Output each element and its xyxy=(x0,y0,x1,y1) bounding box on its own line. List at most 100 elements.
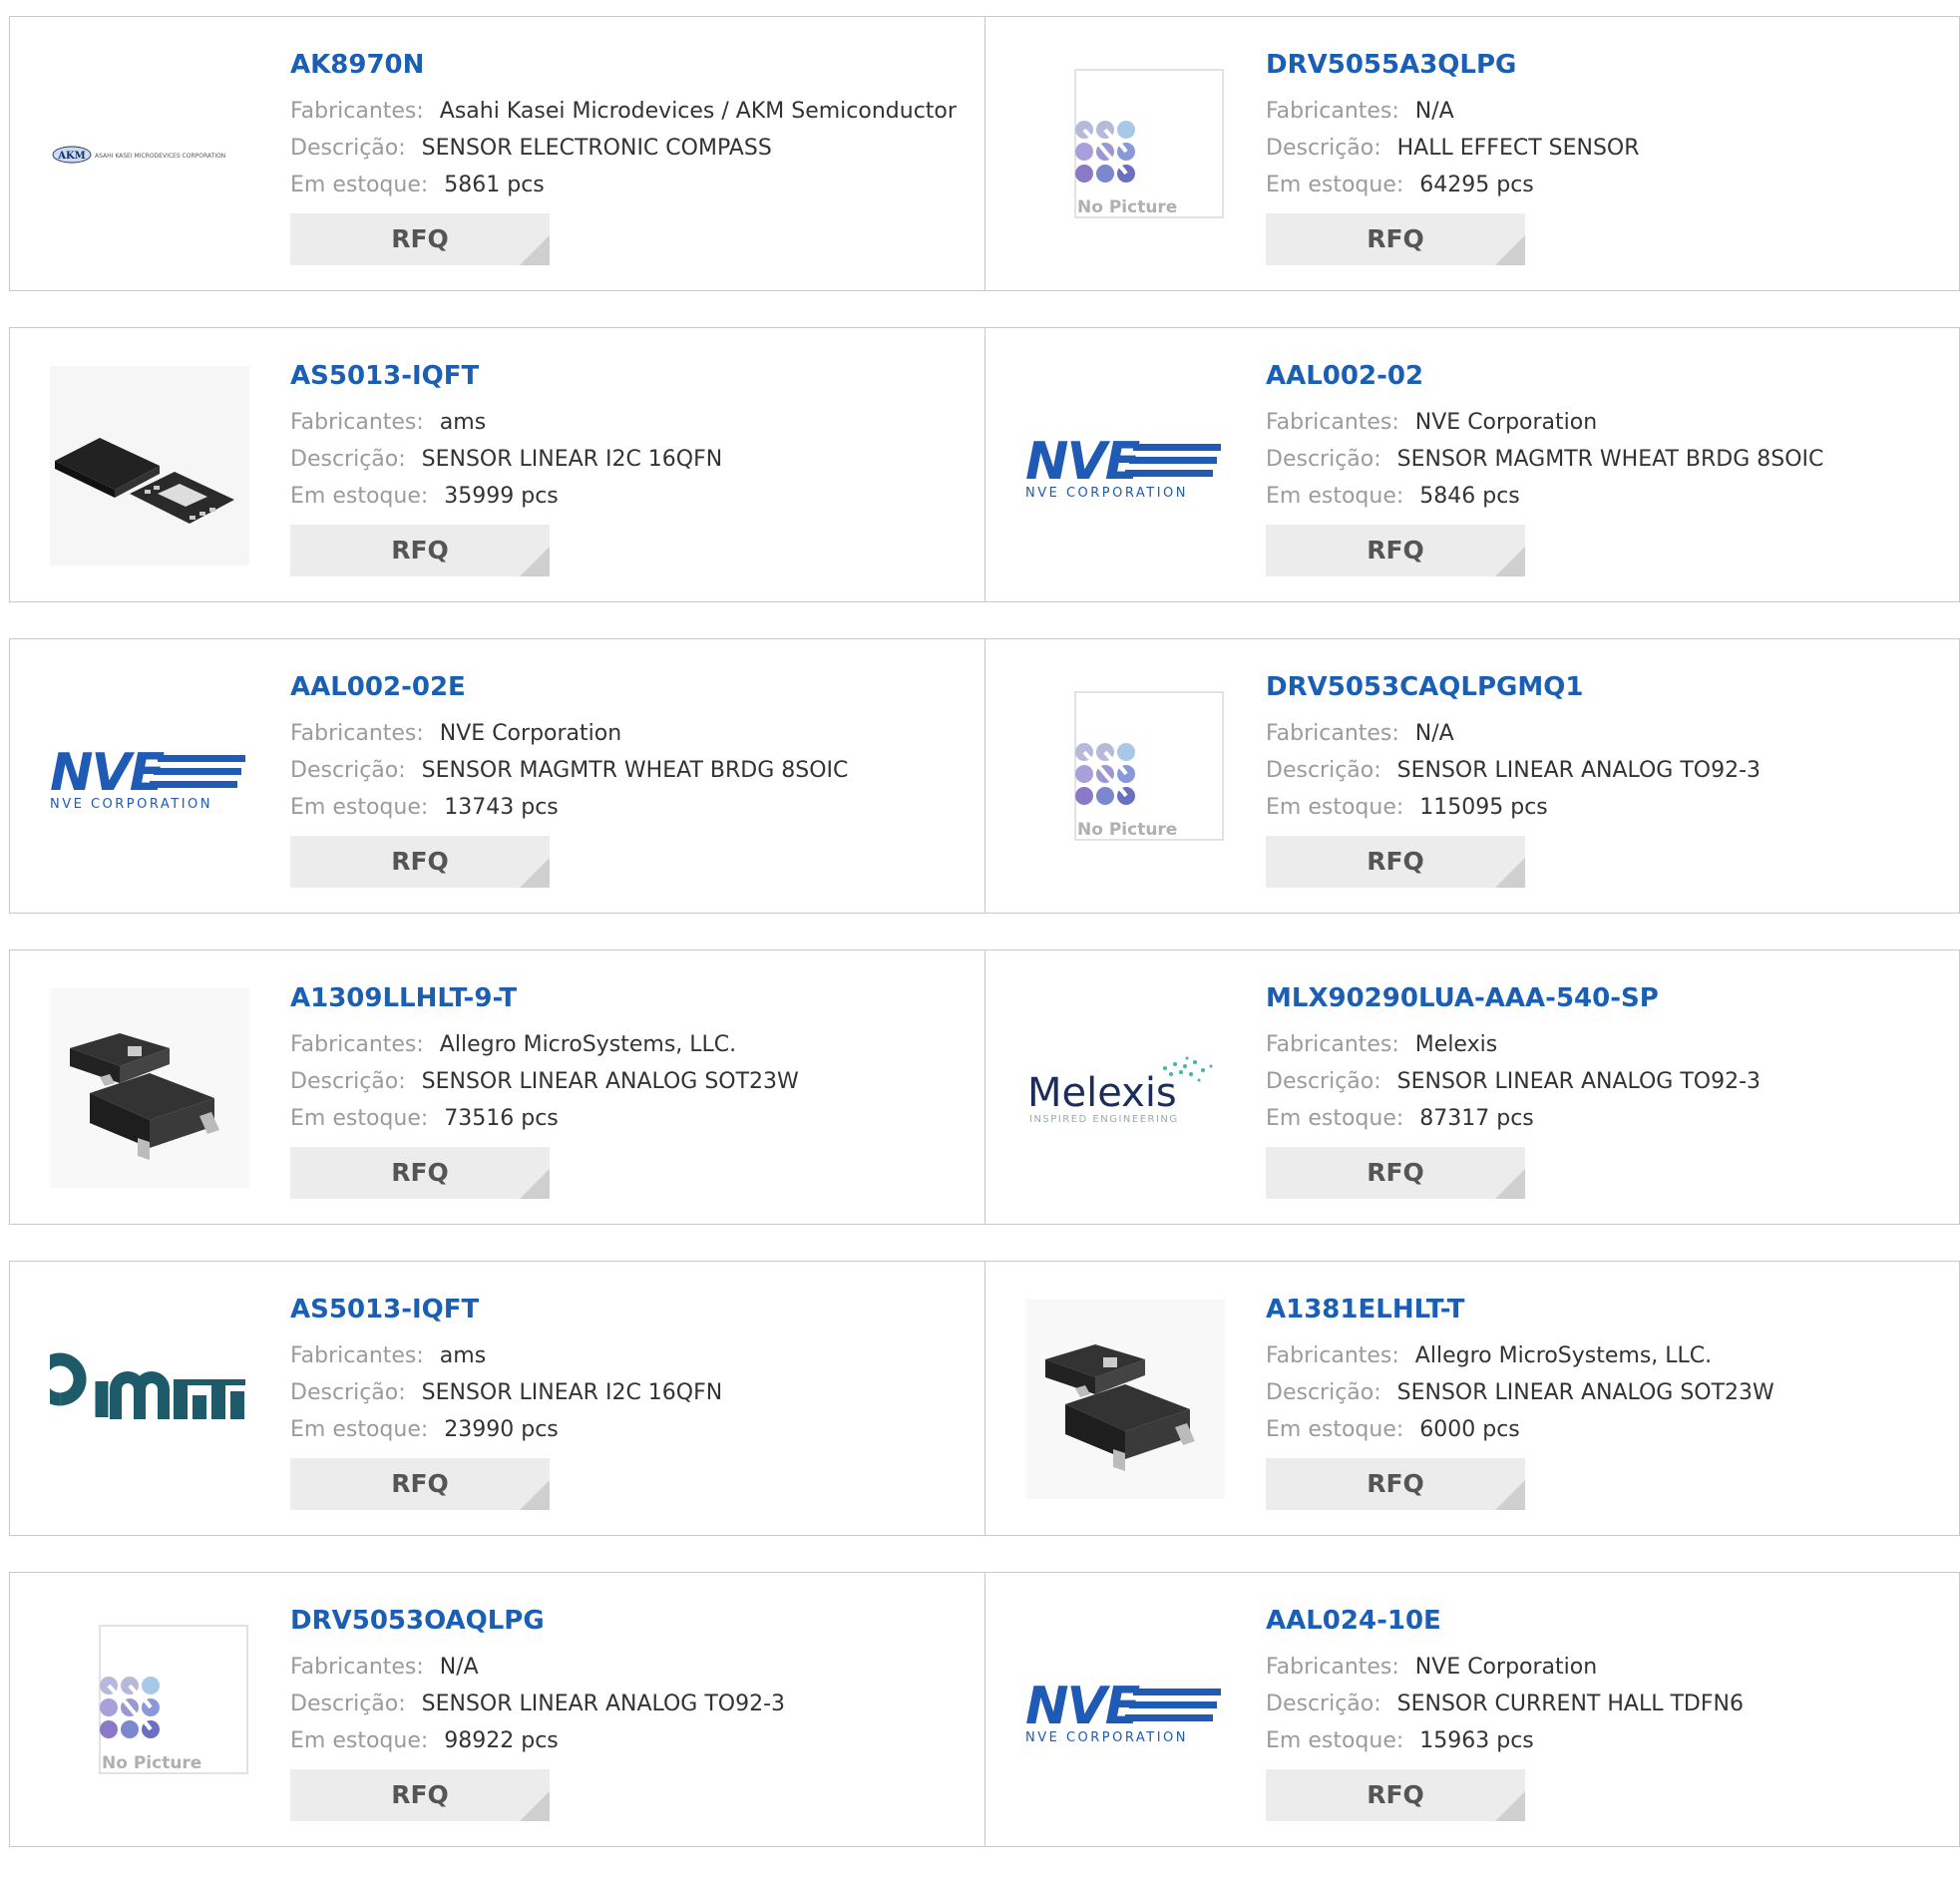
description-value: SENSOR CURRENT HALL TDFN6 xyxy=(1396,1692,1744,1716)
part-number-link[interactable]: AS5013-IQFT xyxy=(290,358,975,394)
description-label: Descrição: xyxy=(290,447,406,472)
rfq-button[interactable]: RFQ xyxy=(290,836,550,888)
product-image[interactable]: AKM ASAHI KASEI MICRODEVICES CORPORATION xyxy=(50,55,249,254)
manufacturer-row: Fabricantes: ams xyxy=(290,404,975,441)
part-number-link[interactable]: AK8970N xyxy=(290,47,975,83)
stock-label: Em estoque: xyxy=(1266,795,1404,820)
description-value: SENSOR MAGMTR WHEAT BRDG 8SOIC xyxy=(1396,447,1824,472)
manufacturer-row: Fabricantes: Allegro MicroSystems, LLC. xyxy=(290,1026,975,1063)
stock-label: Em estoque: xyxy=(290,1106,429,1131)
product-image[interactable]: NVE NVE CORPORATION xyxy=(1025,1611,1225,1810)
rfq-button[interactable]: RFQ xyxy=(1266,1769,1525,1821)
part-number-link[interactable]: MLX90290LUA-AAA-540-SP xyxy=(1266,980,1949,1016)
manufacturer-value: ams xyxy=(439,1343,487,1368)
manufacturer-label: Fabricantes: xyxy=(1266,721,1399,746)
product-image[interactable]: No Picture xyxy=(1025,677,1225,877)
stock-value: 64295 pcs xyxy=(1419,173,1534,197)
stock-label: Em estoque: xyxy=(290,173,429,197)
rfq-label: RFQ xyxy=(1367,847,1424,876)
manufacturer-value: Allegro MicroSystems, LLC. xyxy=(439,1032,737,1057)
part-number-link[interactable]: DRV5055A3QLPG xyxy=(1266,47,1949,83)
stock-row: Em estoque: 98922 pcs xyxy=(290,1722,975,1759)
stock-label: Em estoque: xyxy=(1266,1417,1404,1442)
part-number-link[interactable]: AS5013-IQFT xyxy=(290,1292,975,1327)
product-image[interactable]: No Picture xyxy=(1025,55,1225,254)
manufacturer-row: Fabricantes: NVE Corporation xyxy=(1266,404,1949,441)
manufacturer-row: Fabricantes: N/A xyxy=(1266,715,1949,752)
part-number-link[interactable]: AAL002-02E xyxy=(290,669,975,705)
corner-triangle-icon xyxy=(520,1791,550,1821)
product-image[interactable] xyxy=(50,1300,249,1499)
product-card: NVE NVE CORPORATION AAL002-02 Fabricante… xyxy=(984,328,1959,601)
product-image[interactable]: Melexis INSPIRED ENGINEERING xyxy=(1025,988,1225,1188)
product-image[interactable] xyxy=(50,366,249,565)
product-info: AS5013-IQFT Fabricantes: ams Descrição: SE… xyxy=(290,358,975,576)
product-card: NVE NVE CORPORATION AAL024-10E Fabricant… xyxy=(984,1573,1959,1846)
rfq-button[interactable]: RFQ xyxy=(290,1147,550,1199)
rfq-button[interactable]: RFQ xyxy=(1266,1147,1525,1199)
sot-chip-icon xyxy=(50,988,249,1188)
product-info: AAL002-02E Fabricantes: NVE Corporation D… xyxy=(290,669,975,888)
stock-label: Em estoque: xyxy=(1266,1728,1404,1753)
product-row: AS5013-IQFT Fabricantes: ams Descrição: SE… xyxy=(9,327,1960,602)
manufacturer-label: Fabricantes: xyxy=(290,721,424,746)
description-label: Descrição: xyxy=(290,1692,406,1716)
melexis-logo-icon: Melexis INSPIRED ENGINEERING xyxy=(1027,1056,1213,1125)
product-info: AAL024-10E Fabricantes: NVE Corporation D… xyxy=(1266,1603,1949,1821)
description-row: Descrição: SENSOR MAGMTR WHEAT BRDG 8SOIC xyxy=(1266,441,1949,478)
manufacturer-label: Fabricantes: xyxy=(290,1343,424,1368)
description-row: Descrição: SENSOR LINEAR ANALOG TO92-3 xyxy=(290,1686,975,1722)
rfq-button[interactable]: RFQ xyxy=(290,1458,550,1510)
part-number-link[interactable]: AAL024-10E xyxy=(1266,1603,1949,1639)
product-row: NVE NVE CORPORATION AAL002-02E Fabricant… xyxy=(9,638,1960,914)
rfq-label: RFQ xyxy=(391,847,449,876)
part-number-link[interactable]: DRV5053OAQLPG xyxy=(290,1603,975,1639)
stock-label: Em estoque: xyxy=(1266,1106,1404,1131)
product-image[interactable] xyxy=(1025,1300,1225,1499)
rfq-button[interactable]: RFQ xyxy=(290,525,550,576)
product-info: A1381ELHLT-T Fabricantes: Allegro MicroSy… xyxy=(1266,1292,1949,1510)
stock-value: 13743 pcs xyxy=(444,795,559,820)
rfq-button[interactable]: RFQ xyxy=(1266,213,1525,265)
rfq-label: RFQ xyxy=(391,1780,449,1809)
description-label: Descrição: xyxy=(1266,1692,1381,1716)
manufacturer-value: N/A xyxy=(1414,99,1454,124)
description-value: SENSOR LINEAR ANALOG TO92-3 xyxy=(421,1692,786,1716)
part-number-link[interactable]: A1381ELHLT-T xyxy=(1266,1292,1949,1327)
part-number-link[interactable]: DRV5053CAQLPGMQ1 xyxy=(1266,669,1949,705)
product-image[interactable]: No Picture xyxy=(50,1611,249,1810)
rfq-button[interactable]: RFQ xyxy=(1266,525,1525,576)
corner-triangle-icon xyxy=(1495,547,1525,576)
rfq-label: RFQ xyxy=(1367,1780,1424,1809)
manufacturer-row: Fabricantes: Melexis xyxy=(1266,1026,1949,1063)
stock-value: 87317 pcs xyxy=(1419,1106,1534,1131)
description-label: Descrição: xyxy=(1266,136,1381,161)
product-info: DRV5053OAQLPG Fabricantes: N/A Descrição:… xyxy=(290,1603,975,1821)
rfq-button[interactable]: RFQ xyxy=(1266,1458,1525,1510)
corner-triangle-icon xyxy=(1495,1169,1525,1199)
svg-text:AKM: AKM xyxy=(57,151,86,162)
rfq-button[interactable]: RFQ xyxy=(1266,836,1525,888)
description-row: Descrição: HALL EFFECT SENSOR xyxy=(1266,130,1949,167)
product-image[interactable]: NVE NVE CORPORATION xyxy=(50,677,249,877)
part-number-link[interactable]: A1309LLHLT-9-T xyxy=(290,980,975,1016)
rfq-label: RFQ xyxy=(391,536,449,565)
description-value: SENSOR MAGMTR WHEAT BRDG 8SOIC xyxy=(421,758,849,783)
manufacturer-value: NVE Corporation xyxy=(439,721,622,746)
rfq-button[interactable]: RFQ xyxy=(290,1769,550,1821)
description-row: Descrição: SENSOR LINEAR ANALOG SOT23W xyxy=(290,1063,975,1100)
product-card: NVE NVE CORPORATION AAL002-02E Fabricant… xyxy=(10,639,984,913)
product-image[interactable]: NVE NVE CORPORATION xyxy=(1025,366,1225,565)
product-image[interactable] xyxy=(50,988,249,1188)
svg-text:INSPIRED ENGINEERING: INSPIRED ENGINEERING xyxy=(1029,1114,1179,1125)
manufacturer-row: Fabricantes: N/A xyxy=(1266,93,1949,130)
stock-value: 115095 pcs xyxy=(1419,795,1548,820)
rfq-label: RFQ xyxy=(1367,224,1424,253)
description-value: SENSOR LINEAR I2C 16QFN xyxy=(421,1380,723,1405)
corner-triangle-icon xyxy=(1495,858,1525,888)
part-number-link[interactable]: AAL002-02 xyxy=(1266,358,1949,394)
description-label: Descrição: xyxy=(290,758,406,783)
akm-logo-icon: AKM ASAHI KASEI MICRODEVICES CORPORATION xyxy=(52,146,225,164)
product-row: A1309LLHLT-9-T Fabricantes: Allegro Micro… xyxy=(9,949,1960,1225)
rfq-button[interactable]: RFQ xyxy=(290,213,550,265)
